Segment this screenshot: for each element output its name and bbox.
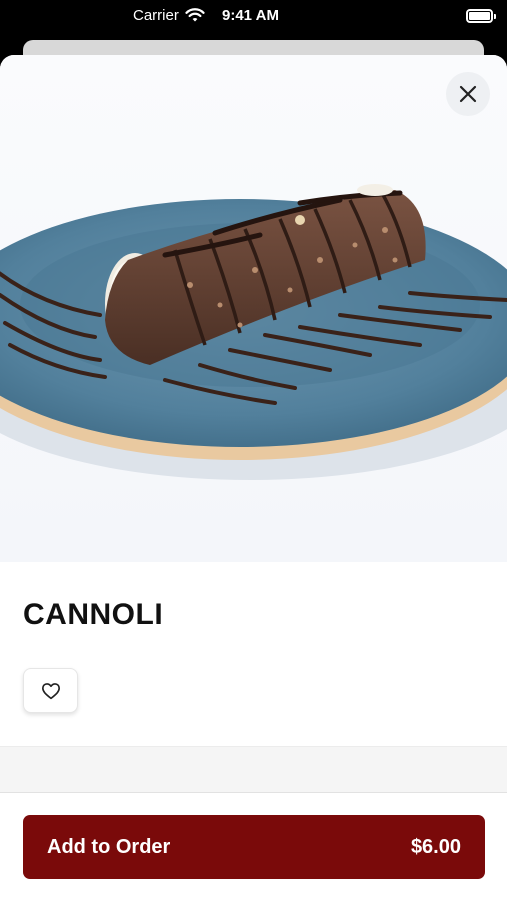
carrier-label: Carrier (133, 7, 179, 24)
order-footer: Add to Order $6.00 (0, 792, 507, 900)
status-bar: Carrier 9:41 AM (0, 0, 507, 40)
add-to-order-button[interactable]: Add to Order $6.00 (23, 815, 485, 879)
cannoli-photo (0, 55, 507, 562)
close-icon (459, 85, 477, 103)
add-to-order-label: Add to Order (47, 835, 171, 858)
status-time: 9:41 AM (222, 7, 279, 24)
item-price: $6.00 (410, 835, 461, 858)
carrier-group: Carrier (133, 7, 205, 24)
item-detail-sheet: CANNOLI Add to Order $6.00 (0, 55, 507, 900)
wifi-icon (185, 8, 205, 22)
battery-icon (466, 9, 496, 23)
section-divider (0, 746, 507, 792)
heart-outline-icon (41, 682, 60, 699)
item-title: CANNOLI (23, 598, 164, 631)
cannoli-illustration (0, 184, 507, 480)
favorite-button[interactable] (23, 668, 78, 713)
close-button[interactable] (446, 72, 490, 116)
